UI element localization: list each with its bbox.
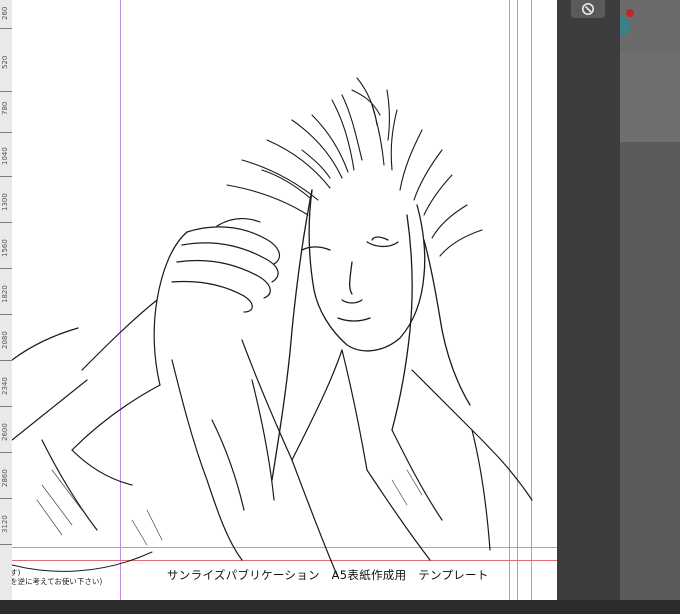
ruler-tick [0,132,12,133]
ruler-tick [0,360,12,361]
ruler-tick [0,544,12,545]
status-dot [626,9,634,17]
navigator-button[interactable] [571,0,605,18]
ruler-label: 2860 [1,469,9,487]
ruler-tick [0,268,12,269]
ruler-tick [0,406,12,407]
ruler-tick [0,176,12,177]
ruler-label: 260 [1,6,9,20]
ruler-tick [0,222,12,223]
ruler-label: 780 [1,101,9,115]
template-label: サンライズパブリケーション A5表紙作成用 テンプレート [167,568,489,582]
template-note: す) を逆に考えてお使い下さい) [12,568,102,586]
panel-column [557,0,620,600]
ruler-label: 2340 [1,377,9,395]
ruler-tick [0,314,12,315]
ruler-label: 1820 [1,285,9,303]
template-note-line: す) [12,568,21,577]
ruler-label: 1040 [1,147,9,165]
ruler-tick [0,28,12,29]
character-line-art [12,77,533,576]
ruler-label: 3120 [1,515,9,533]
navigator-icon [582,3,594,15]
template-note-line: を逆に考えてお使い下さい) [12,577,103,586]
ruler-label: 1300 [1,193,9,211]
ruler-tick [0,498,12,499]
ruler-tick [0,91,12,92]
ruler-label: 2600 [1,423,9,441]
side-panel [557,0,680,600]
ruler-label: 2080 [1,331,9,349]
panel-section [620,52,680,142]
drawing-canvas[interactable]: す) を逆に考えてお使い下さい) サンライズパブリケーション A5表紙作成用 テ… [12,0,557,600]
ruler-label: 520 [1,55,9,69]
status-bar [0,600,680,614]
ruler-tick [0,452,12,453]
ruler-label: 1560 [1,239,9,257]
